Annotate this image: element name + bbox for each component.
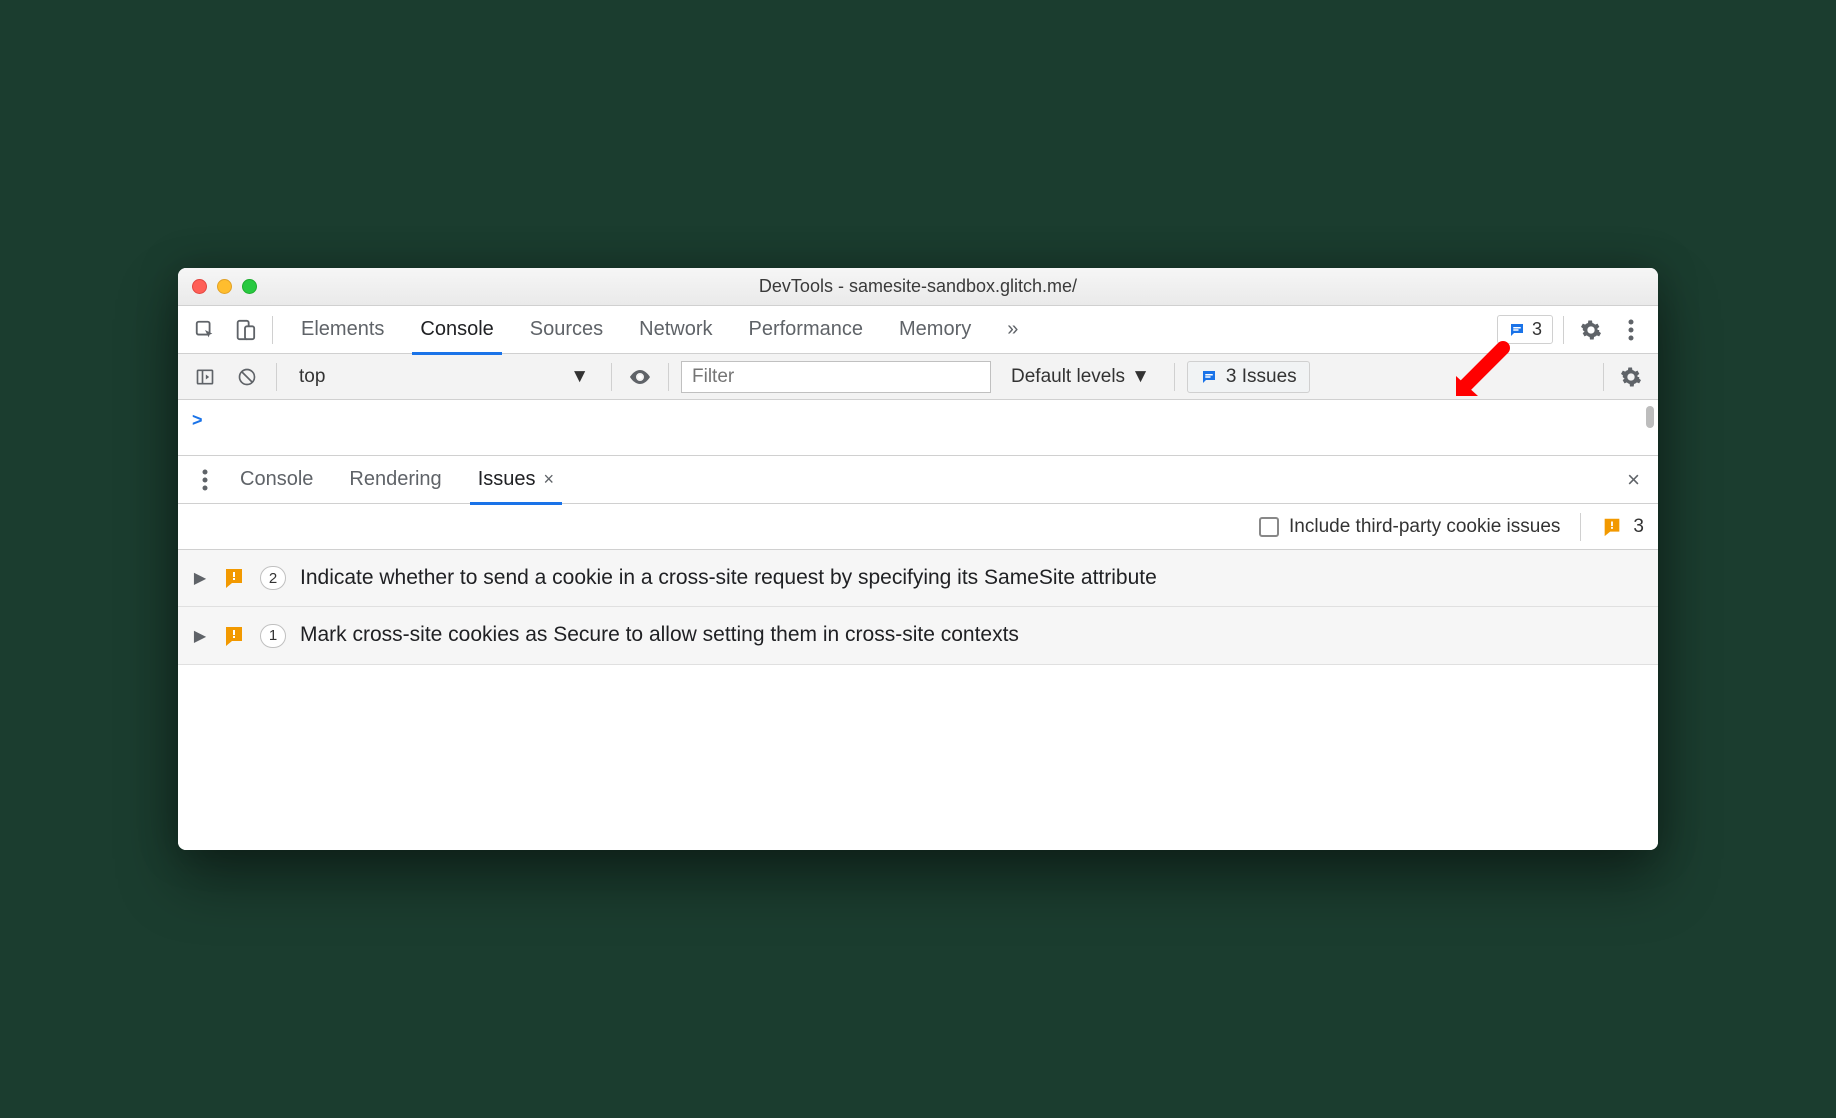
checkbox[interactable] (1259, 517, 1279, 537)
drawer-tabs: Console Rendering Issues × × (178, 456, 1658, 504)
expand-icon[interactable]: ▶ (192, 626, 208, 646)
console-toolbar: top ▼ Default levels ▼ 3 Issues (178, 354, 1658, 400)
issues-total-count: 3 (1633, 516, 1644, 538)
separator (611, 363, 612, 391)
no-sign-icon (237, 367, 257, 387)
tab-label: Rendering (349, 468, 441, 491)
drawer-close-button[interactable]: × (1619, 467, 1648, 493)
tab-performance[interactable]: Performance (731, 306, 882, 354)
separator (668, 363, 669, 391)
prompt-caret: > (192, 410, 203, 430)
inspect-element-icon[interactable] (188, 313, 222, 347)
tab-network[interactable]: Network (621, 306, 730, 354)
chevron-down-icon: ▼ (570, 366, 589, 388)
issues-counter-button[interactable]: 3 (1497, 315, 1553, 344)
drawer-tab-console[interactable]: Console (222, 456, 331, 504)
drawer-tab-issues[interactable]: Issues × (460, 456, 572, 504)
filter-input[interactable] (681, 361, 991, 393)
tab-label: Network (639, 318, 712, 341)
main-tabs: Elements Console Sources Network Perform… (283, 306, 1036, 354)
close-tab-icon[interactable]: × (544, 469, 555, 490)
tab-sources[interactable]: Sources (512, 306, 621, 354)
thirdparty-toggle[interactable]: Include third-party cookie issues (1259, 516, 1560, 538)
drawer-more-button[interactable] (188, 463, 222, 497)
separator (276, 363, 277, 391)
devtools-window: DevTools - samesite-sandbox.glitch.me/ E… (178, 268, 1658, 850)
tab-label: Console (240, 468, 313, 491)
execution-context-selector[interactable]: top ▼ (289, 361, 599, 393)
clear-console-button[interactable] (230, 360, 264, 394)
tab-label: Performance (749, 318, 864, 341)
warning-icon (1601, 516, 1623, 538)
tab-label: Elements (301, 318, 384, 341)
log-levels-selector[interactable]: Default levels ▼ (999, 366, 1162, 388)
main-toolbar: Elements Console Sources Network Perform… (178, 306, 1658, 354)
separator (1603, 363, 1604, 391)
issue-title: Indicate whether to send a cookie in a c… (300, 564, 1644, 592)
message-icon (1508, 321, 1526, 339)
live-expression-button[interactable] (624, 365, 656, 389)
issues-list: ▶ 2 Indicate whether to send a cookie in… (178, 550, 1658, 850)
eye-icon (628, 365, 652, 389)
window-title: DevTools - samesite-sandbox.glitch.me/ (178, 276, 1658, 297)
separator (1174, 363, 1175, 391)
chevron-down-icon: ▼ (1131, 366, 1150, 388)
issues-total: 3 (1601, 516, 1644, 538)
tab-elements[interactable]: Elements (283, 306, 402, 354)
settings-button[interactable] (1574, 313, 1608, 347)
message-icon (1200, 368, 1218, 386)
issues-label: 3 Issues (1226, 366, 1297, 388)
separator (272, 316, 273, 344)
device-toolbar-icon[interactable] (228, 313, 262, 347)
thirdparty-label: Include third-party cookie issues (1289, 516, 1560, 538)
issues-button[interactable]: 3 Issues (1187, 361, 1310, 393)
titlebar: DevTools - samesite-sandbox.glitch.me/ (178, 268, 1658, 306)
tab-console[interactable]: Console (402, 306, 511, 354)
issue-title: Mark cross-site cookies as Secure to all… (300, 621, 1644, 649)
issues-count: 3 (1532, 319, 1542, 340)
separator (1563, 316, 1564, 344)
scrollbar-thumb[interactable] (1646, 406, 1654, 428)
tabs-overflow-button[interactable]: » (989, 306, 1036, 354)
more-options-button[interactable] (1614, 313, 1648, 347)
tab-label: Issues (478, 468, 536, 491)
tab-label: Memory (899, 318, 971, 341)
console-settings-button[interactable] (1614, 360, 1648, 394)
kebab-icon (1628, 319, 1634, 341)
issue-row[interactable]: ▶ 1 Mark cross-site cookies as Secure to… (178, 607, 1658, 664)
context-value: top (299, 366, 325, 388)
gear-icon (1620, 366, 1642, 388)
tab-label: Console (420, 318, 493, 341)
warning-icon (222, 624, 246, 648)
tab-label: Sources (530, 318, 603, 341)
toolbar-right: 3 (1497, 313, 1648, 347)
tab-memory[interactable]: Memory (881, 306, 989, 354)
issue-count-badge: 1 (260, 624, 286, 648)
levels-label: Default levels (1011, 366, 1125, 388)
drawer-tab-rendering[interactable]: Rendering (331, 456, 459, 504)
expand-icon[interactable]: ▶ (192, 568, 208, 588)
issue-count-badge: 2 (260, 566, 286, 590)
warning-icon (222, 566, 246, 590)
issues-toolbar: Include third-party cookie issues 3 (178, 504, 1658, 550)
toggle-sidebar-button[interactable] (188, 360, 222, 394)
chevron-more-icon: » (1007, 318, 1018, 341)
kebab-icon (202, 469, 208, 491)
console-panel[interactable]: > (178, 400, 1658, 456)
issue-row[interactable]: ▶ 2 Indicate whether to send a cookie in… (178, 550, 1658, 607)
close-icon: × (1627, 467, 1640, 492)
separator (1580, 513, 1581, 541)
gear-icon (1580, 319, 1602, 341)
